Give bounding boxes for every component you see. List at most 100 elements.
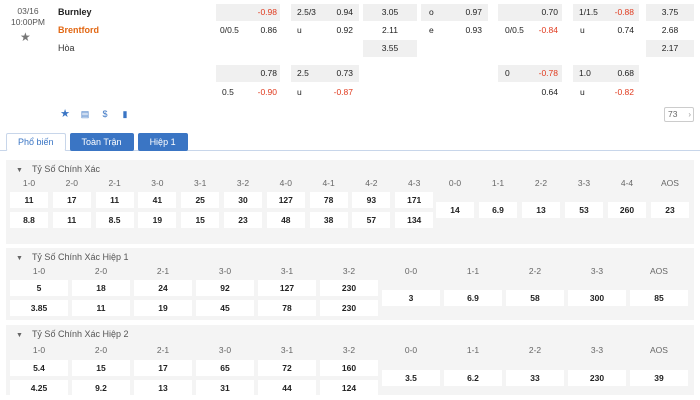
chevron-down-icon[interactable]: ▼ bbox=[16, 167, 23, 174]
odds-cell[interactable]: 23 bbox=[224, 212, 262, 228]
home-team[interactable]: Burnley bbox=[58, 6, 99, 24]
odds-cell[interactable]: 11 bbox=[95, 192, 134, 208]
odds-cell[interactable]: 0.74 bbox=[573, 22, 639, 39]
odds-cell[interactable]: 18 bbox=[72, 280, 130, 296]
odds-cell[interactable]: 85 bbox=[630, 290, 688, 306]
odds-cell[interactable]: 0.64 bbox=[498, 84, 562, 101]
odds-cell[interactable]: 8.8 bbox=[10, 212, 48, 228]
odds-cell[interactable]: 31 bbox=[196, 380, 254, 396]
odds-cell[interactable]: 0.92 bbox=[291, 22, 359, 39]
favorite-star-icon[interactable]: ★ bbox=[20, 30, 31, 44]
chevron-down-icon[interactable]: ▼ bbox=[16, 255, 23, 262]
section-title[interactable]: ▼ Tỷ Số Chính Xác Hiệp 2 bbox=[16, 329, 129, 339]
odds-cell[interactable]: 15 bbox=[72, 360, 130, 376]
odds-cell[interactable]: 39 bbox=[630, 370, 688, 386]
odds-cell[interactable]: 3 bbox=[382, 290, 440, 306]
odds-cell[interactable]: 11 bbox=[52, 212, 91, 228]
odds-cell[interactable]: 9.2 bbox=[72, 380, 130, 396]
odds-cell[interactable]: 2.17 bbox=[646, 40, 694, 57]
odds-cell[interactable]: 5.4 bbox=[10, 360, 68, 376]
odds-cell[interactable]: 3.75 bbox=[646, 4, 694, 21]
odds-cell[interactable]: 230 bbox=[320, 300, 378, 316]
odds-cell[interactable]: -0.88 bbox=[573, 4, 639, 21]
odds-cell[interactable]: 53 bbox=[565, 202, 603, 218]
odds-cell[interactable]: 41 bbox=[138, 192, 177, 208]
odds-cell[interactable]: 134 bbox=[395, 212, 434, 228]
stats-chart-icon[interactable]: ▮ bbox=[118, 107, 132, 121]
odds-cell[interactable]: 93 bbox=[352, 192, 391, 208]
odds-cell[interactable]: 78 bbox=[309, 192, 348, 208]
odds-cell[interactable]: 92 bbox=[196, 280, 254, 296]
odds-cell[interactable]: 11 bbox=[72, 300, 130, 316]
odds-cell[interactable]: -0.78 bbox=[498, 65, 562, 82]
odds-cell[interactable]: -0.98 bbox=[216, 4, 280, 21]
odds-cell[interactable]: 0.78 bbox=[216, 65, 280, 82]
odds-cell[interactable]: 3.5 bbox=[382, 370, 440, 386]
odds-cell[interactable]: 78 bbox=[258, 300, 316, 316]
odds-cell[interactable]: 2.11 bbox=[363, 22, 417, 39]
odds-cell[interactable]: 3.05 bbox=[363, 4, 417, 21]
odds-cell[interactable]: 44 bbox=[258, 380, 316, 396]
odds-cell[interactable]: 0.97 bbox=[421, 4, 488, 21]
odds-cell[interactable]: 8.5 bbox=[95, 212, 134, 228]
odds-cell[interactable]: 3.55 bbox=[363, 40, 417, 57]
odds-cell[interactable]: 65 bbox=[196, 360, 254, 376]
odds-cell[interactable]: 0.73 bbox=[291, 65, 359, 82]
odds-cell[interactable]: 6.9 bbox=[479, 202, 517, 218]
odds-cell[interactable]: 57 bbox=[352, 212, 391, 228]
odds-cell[interactable]: 3.85 bbox=[10, 300, 68, 316]
star-icon[interactable]: ★ bbox=[58, 107, 72, 121]
odds-cell[interactable]: 5 bbox=[10, 280, 68, 296]
section-title[interactable]: ▼ Tỷ Số Chính Xác Hiệp 1 bbox=[16, 252, 129, 262]
odds-cell[interactable]: 300 bbox=[568, 290, 626, 306]
odds-cell[interactable]: 48 bbox=[266, 212, 305, 228]
odds-cell[interactable]: -0.90 bbox=[216, 84, 280, 101]
away-team[interactable]: Brentford bbox=[58, 24, 99, 42]
odds-cell[interactable]: -0.82 bbox=[573, 84, 639, 101]
scoreboard-icon[interactable]: ▤ bbox=[78, 107, 92, 121]
odds-cell[interactable]: 17 bbox=[134, 360, 192, 376]
odds-cell[interactable]: 230 bbox=[568, 370, 626, 386]
odds-cell[interactable]: 45 bbox=[196, 300, 254, 316]
odds-cell[interactable]: 124 bbox=[320, 380, 378, 396]
odds-cell[interactable]: 127 bbox=[258, 280, 316, 296]
odds-cell[interactable]: 13 bbox=[522, 202, 560, 218]
odds-cell[interactable]: 0.94 bbox=[291, 4, 359, 21]
odds-cell[interactable]: 38 bbox=[309, 212, 348, 228]
odds-cell[interactable]: 127 bbox=[266, 192, 305, 208]
odds-cell[interactable]: 230 bbox=[320, 280, 378, 296]
odds-cell[interactable]: 0.86 bbox=[216, 22, 280, 39]
odds-cell[interactable]: 0.70 bbox=[498, 4, 562, 21]
odds-cell[interactable]: 33 bbox=[506, 370, 564, 386]
chevron-down-icon[interactable]: ▼ bbox=[16, 332, 23, 339]
odds-cell[interactable]: 24 bbox=[134, 280, 192, 296]
odds-cell[interactable]: -0.87 bbox=[291, 84, 359, 101]
odds-cell[interactable]: 260 bbox=[608, 202, 646, 218]
odds-cell[interactable]: 11 bbox=[10, 192, 48, 208]
tab-1[interactable]: Toàn Trận bbox=[69, 133, 134, 151]
odds-cell[interactable]: 19 bbox=[138, 212, 177, 228]
odds-cell[interactable]: 4.25 bbox=[10, 380, 68, 396]
odds-cell[interactable]: 19 bbox=[134, 300, 192, 316]
odds-cell[interactable]: 6.9 bbox=[444, 290, 502, 306]
odds-cell[interactable]: 160 bbox=[320, 360, 378, 376]
odds-cell[interactable]: -0.84 bbox=[498, 22, 562, 39]
tab-2[interactable]: Hiệp 1 bbox=[137, 133, 188, 151]
odds-cell[interactable]: 23 bbox=[651, 202, 689, 218]
odds-cell[interactable]: 14 bbox=[436, 202, 474, 218]
dollar-icon[interactable]: $ bbox=[98, 107, 112, 121]
odds-cell[interactable]: 0.68 bbox=[573, 65, 639, 82]
odds-cell[interactable]: 0.93 bbox=[421, 22, 488, 39]
more-markets-button[interactable]: 73 › bbox=[664, 107, 694, 122]
odds-cell[interactable]: 30 bbox=[224, 192, 262, 208]
odds-cell[interactable]: 2.68 bbox=[646, 22, 694, 39]
odds-cell[interactable]: 15 bbox=[181, 212, 220, 228]
odds-cell[interactable]: 17 bbox=[52, 192, 91, 208]
odds-cell[interactable]: 6.2 bbox=[444, 370, 502, 386]
odds-cell[interactable]: 13 bbox=[134, 380, 192, 396]
tab-0[interactable]: Phổ biến bbox=[6, 133, 66, 151]
odds-cell[interactable]: 72 bbox=[258, 360, 316, 376]
section-title[interactable]: ▼ Tỷ Số Chính Xác bbox=[16, 164, 100, 174]
odds-cell[interactable]: 58 bbox=[506, 290, 564, 306]
odds-cell[interactable]: 25 bbox=[181, 192, 220, 208]
